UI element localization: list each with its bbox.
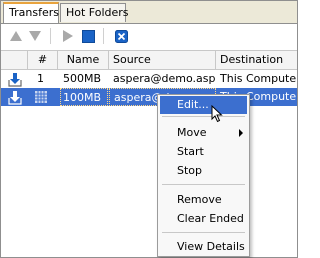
- download-icon: [7, 70, 27, 88]
- arrow-down-icon: [29, 31, 41, 41]
- column-header-name[interactable]: Name: [58, 51, 109, 69]
- toolbar: [1, 24, 297, 51]
- tab-hot-folders[interactable]: Hot Folders: [60, 3, 129, 22]
- row-name: 100MB: [60, 88, 108, 106]
- toolbar-separator: [50, 28, 51, 44]
- table-row[interactable]: 1 500MB aspera@demo.asp... This Computer: [1, 70, 297, 88]
- table-header: # Name Source Destination: [1, 51, 297, 70]
- arrow-up-icon: [10, 31, 22, 41]
- menu-item-start[interactable]: Start: [160, 143, 247, 161]
- stop-icon: [81, 29, 95, 43]
- toolbar-separator: [103, 28, 104, 44]
- download-icon: [7, 88, 27, 106]
- column-header-destination[interactable]: Destination: [216, 51, 297, 69]
- stop-button[interactable]: [79, 27, 97, 45]
- move-down-button[interactable]: [26, 27, 44, 45]
- submenu-arrow-icon: [239, 129, 243, 137]
- transfers-panel: Transfers Hot Folders # Name Source Dest…: [0, 0, 298, 258]
- menu-item-stop[interactable]: Stop: [160, 162, 247, 180]
- menu-item-view-details[interactable]: View Details: [160, 238, 247, 256]
- tab-strip: Transfers Hot Folders: [1, 1, 297, 24]
- column-header-number[interactable]: #: [28, 51, 58, 69]
- menu-separator: [162, 116, 245, 117]
- move-up-button[interactable]: [7, 27, 25, 45]
- play-icon: [63, 30, 73, 42]
- menu-item-move[interactable]: Move: [160, 124, 247, 142]
- cancel-button[interactable]: [112, 27, 130, 45]
- row-destination: This Computer: [220, 72, 297, 85]
- tab-transfers[interactable]: Transfers: [3, 2, 59, 23]
- menu-item-move-label: Move: [177, 126, 207, 139]
- column-header-status[interactable]: [1, 51, 28, 69]
- menu-separator: [162, 232, 245, 233]
- start-button[interactable]: [59, 27, 77, 45]
- table-row-selected[interactable]: 100MB aspera@demo.asp... This Computer: [1, 88, 297, 106]
- row-name: 500MB: [63, 72, 102, 85]
- cancel-icon: [114, 29, 128, 43]
- context-menu: Edit... Move Start Stop Remove Clear End…: [157, 94, 250, 257]
- queued-status-icon: [35, 88, 55, 106]
- menu-item-edit[interactable]: Edit...: [160, 96, 247, 114]
- mouse-cursor-icon: [211, 105, 223, 123]
- menu-separator: [162, 184, 245, 185]
- menu-item-clear-ended[interactable]: Clear Ended: [160, 210, 247, 228]
- row-number: 1: [37, 72, 44, 85]
- column-header-source[interactable]: Source: [109, 51, 216, 69]
- row-source: aspera@demo.asp...: [113, 72, 216, 85]
- menu-item-remove[interactable]: Remove: [160, 191, 247, 209]
